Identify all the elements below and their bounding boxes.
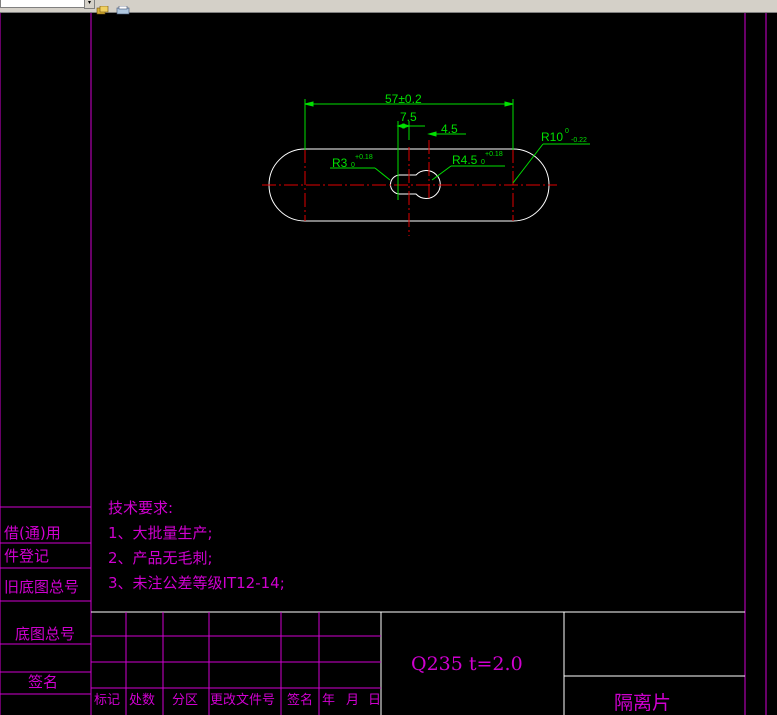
- drawing-frame: [0, 13, 767, 715]
- technical-requirements: 技术要求: 1、大批量生产; 2、产品无毛刺; 3、未注公差等级IT12-14;: [108, 496, 285, 596]
- borrow-use-label: 借(通)用: [4, 524, 61, 542]
- rev-header-day: 日: [368, 693, 382, 708]
- note-item: 2、产品无毛刺;: [108, 549, 213, 567]
- dim-hole-spacing: 7.5: [400, 110, 417, 124]
- registration-label: 件登记: [4, 547, 50, 565]
- chevron-down-icon[interactable]: ▾: [84, 0, 95, 9]
- rev-header-year: 年: [322, 693, 336, 708]
- dim-end-radius: R10: [541, 130, 563, 144]
- part-name: 隔离片: [614, 692, 672, 714]
- print-icon[interactable]: [116, 0, 130, 15]
- center-lines: [262, 140, 557, 236]
- dim-large-hole: R4.5: [452, 153, 478, 167]
- rev-header-count: 处数: [129, 693, 156, 708]
- layer-manager-icon[interactable]: [96, 0, 110, 15]
- layer-combo[interactable]: [0, 0, 86, 8]
- dim-end-radius-upper: 0: [565, 128, 569, 135]
- dim-end-radius-lower: -0.22: [571, 137, 587, 144]
- rev-header-month: 月: [346, 693, 360, 708]
- dim-small-hole: R3: [332, 156, 348, 170]
- base-number-label: 底图总号: [15, 625, 76, 643]
- dim-small-hole-lower: 0: [351, 162, 355, 169]
- dim-offset: 4.5: [441, 122, 458, 136]
- rev-header-change-doc: 更改文件号: [210, 693, 276, 708]
- drawing-canvas[interactable]: 57±0.2 7.5 4.5 R10 0 -0.22 R3 0 +0.18 R4…: [0, 13, 777, 715]
- rev-header-signature: 签名: [287, 693, 314, 708]
- old-base-number-label: 旧底图总号: [4, 578, 80, 596]
- note-item: 3、未注公差等级IT12-14;: [108, 574, 285, 592]
- note-item: 1、大批量生产;: [108, 524, 213, 542]
- rev-header-zone: 分区: [172, 693, 199, 708]
- dim-large-hole-upper: +0.18: [485, 151, 503, 158]
- material-spec: Q235 t=2.0: [411, 653, 523, 675]
- rev-header-mark: 标记: [94, 693, 121, 708]
- notes-title: 技术要求:: [108, 499, 174, 517]
- toolbar: ▾: [0, 0, 777, 15]
- dim-small-hole-upper: +0.18: [355, 154, 373, 161]
- dim-large-hole-lower: 0: [481, 159, 485, 166]
- dim-overall-length: 57±0.2: [385, 92, 422, 106]
- signature-label: 签名: [28, 673, 59, 691]
